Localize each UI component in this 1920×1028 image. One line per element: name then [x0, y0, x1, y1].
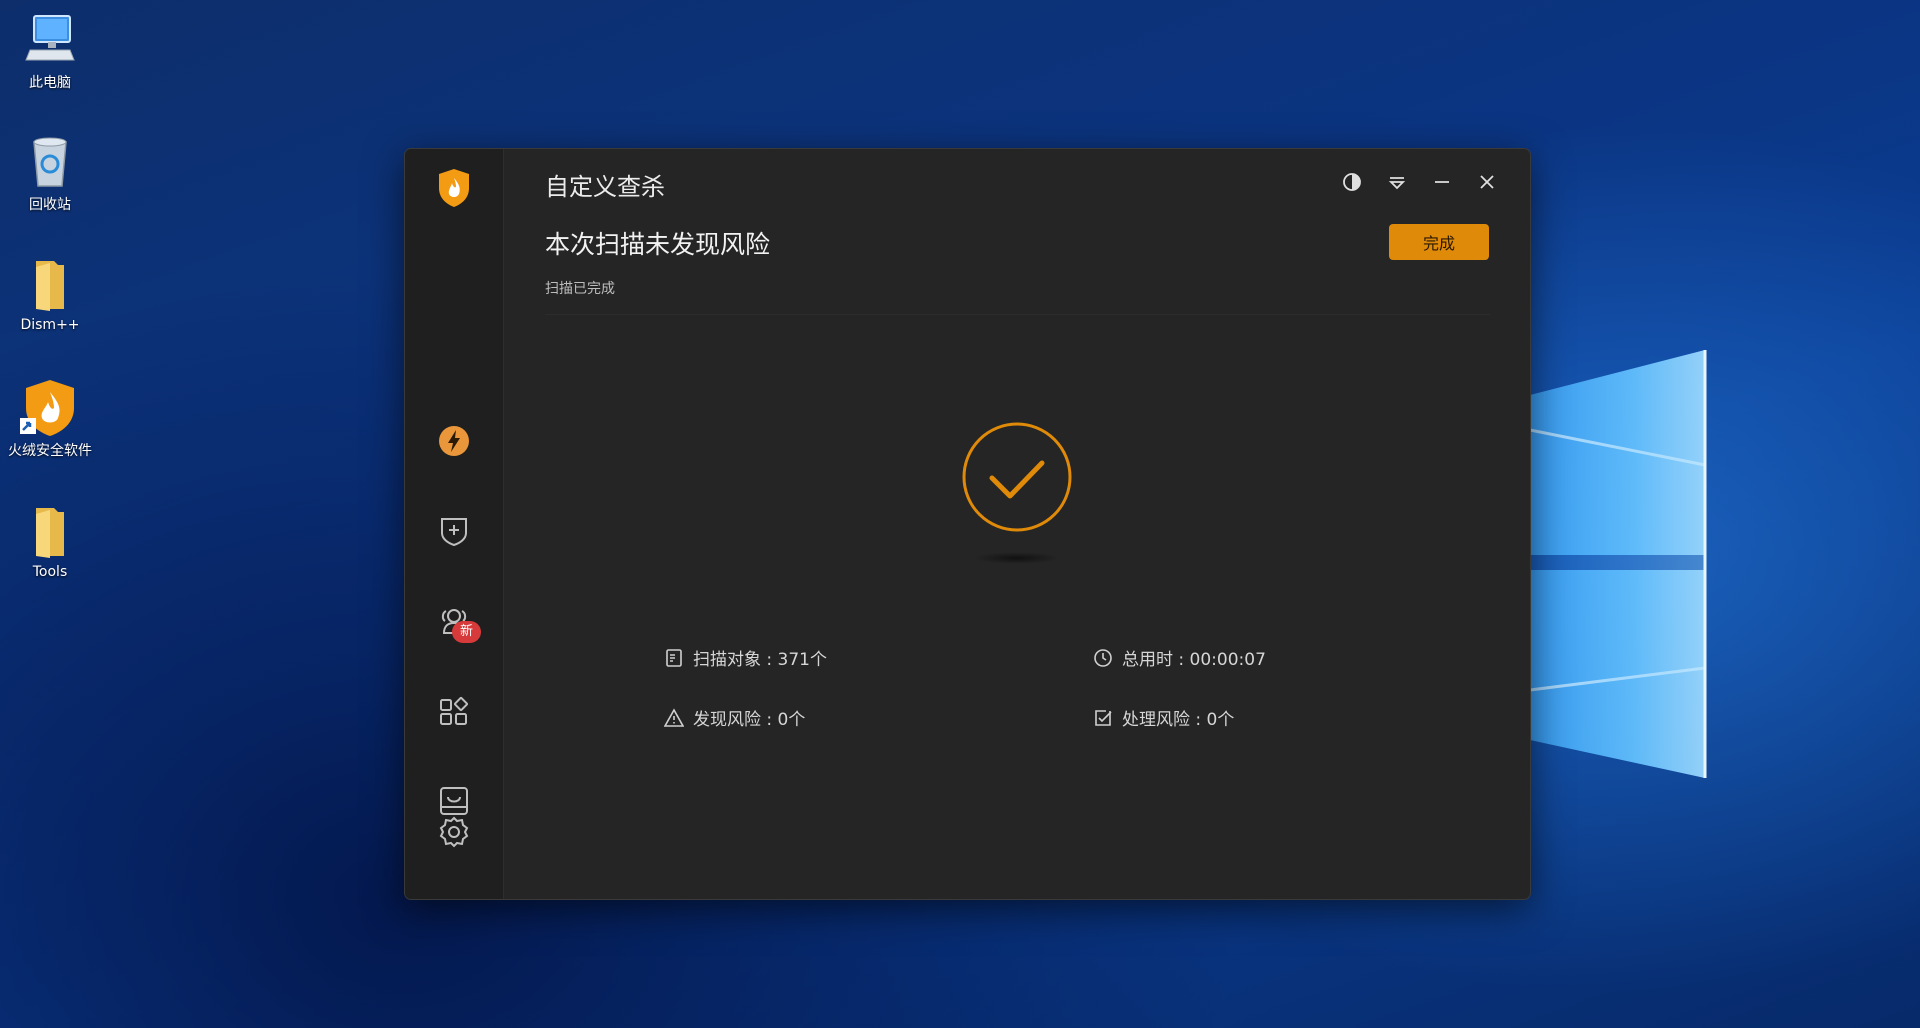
desktop-icon-label: Tools	[32, 564, 68, 580]
huorong-logo-icon	[437, 168, 471, 212]
theme-icon	[1342, 172, 1362, 196]
desktop-icon-this-pc[interactable]: 此电脑	[0, 10, 100, 92]
desktop-icon-label: 回收站	[29, 197, 71, 213]
sidebar-item-protection[interactable]	[434, 513, 474, 553]
theme-button[interactable]	[1337, 169, 1367, 199]
huorong-window: 新 自定义查杀 本次扫描未发现风险 完成 扫描已完成 总用时: 00:00:0…	[405, 149, 1530, 899]
desktop-icon-huorong[interactable]: 火绒安全软件	[0, 378, 100, 460]
divider	[545, 314, 1490, 315]
close-button[interactable]	[1472, 169, 1502, 199]
sidebar-item-tools[interactable]	[434, 693, 474, 733]
stat-risks-handled-text: 处理风险 : 0个	[1122, 710, 1235, 730]
stat-risks-handled: 处理风险 : 0个	[1092, 705, 1234, 730]
done-button[interactable]: 完成	[1389, 224, 1489, 260]
window-controls	[1337, 169, 1502, 199]
clock-icon	[1092, 647, 1114, 669]
check-shadow	[974, 552, 1060, 564]
recycle-bin-icon	[20, 132, 80, 192]
menu-button[interactable]	[1382, 169, 1412, 199]
huorong-shield-icon	[20, 378, 80, 438]
desktop-icon-label: 此电脑	[29, 75, 71, 91]
stat-duration: 总用时 : 00:00:07	[1092, 645, 1266, 670]
close-icon	[1477, 172, 1497, 196]
warning-icon	[663, 707, 685, 729]
shield-plus-icon	[438, 515, 470, 551]
main-panel: 自定义查杀 本次扫描未发现风险 完成 扫描已完成 总用时: 00:00:07 …	[504, 149, 1530, 899]
computer-icon	[20, 10, 80, 70]
apps-icon	[438, 695, 470, 731]
folder-icon	[20, 255, 80, 315]
checkbox-icon	[1092, 707, 1114, 729]
folder-icon	[20, 502, 80, 562]
stat-risks-found: 发现风险 : 0个	[663, 705, 805, 730]
result-headline: 本次扫描未发现风险	[545, 230, 771, 259]
success-check-icon	[961, 421, 1073, 537]
lightning-icon	[438, 425, 470, 461]
desktop-icon-label: Dism++	[20, 317, 80, 333]
gear-icon	[438, 816, 470, 852]
scan-status: 扫描已完成	[545, 281, 615, 297]
menu-icon	[1387, 172, 1407, 196]
sidebar-item-settings[interactable]	[434, 814, 474, 854]
document-icon	[663, 647, 685, 669]
desktop-icon-tools[interactable]: Tools	[0, 502, 100, 580]
sidebar: 新	[405, 149, 504, 899]
stat-duration-text: 总用时 : 00:00:07	[1122, 650, 1266, 670]
desktop-icon-dism[interactable]: Dism++	[0, 255, 100, 333]
desktop-icon-label: 火绒安全软件	[8, 443, 92, 459]
stat-scanned: 扫描对象 : 371个	[663, 645, 827, 670]
new-badge: 新	[452, 621, 482, 643]
page-title: 自定义查杀	[545, 173, 665, 201]
stat-scanned-text: 扫描对象 : 371个	[693, 650, 827, 670]
sidebar-item-virus-scan[interactable]	[434, 423, 474, 463]
stat-risks-found-text: 发现风险 : 0个	[693, 710, 806, 730]
minimize-button[interactable]	[1427, 169, 1457, 199]
minimize-icon	[1432, 172, 1452, 196]
desktop-icon-recycle-bin[interactable]: 回收站	[0, 132, 100, 214]
app-logo	[434, 168, 474, 212]
